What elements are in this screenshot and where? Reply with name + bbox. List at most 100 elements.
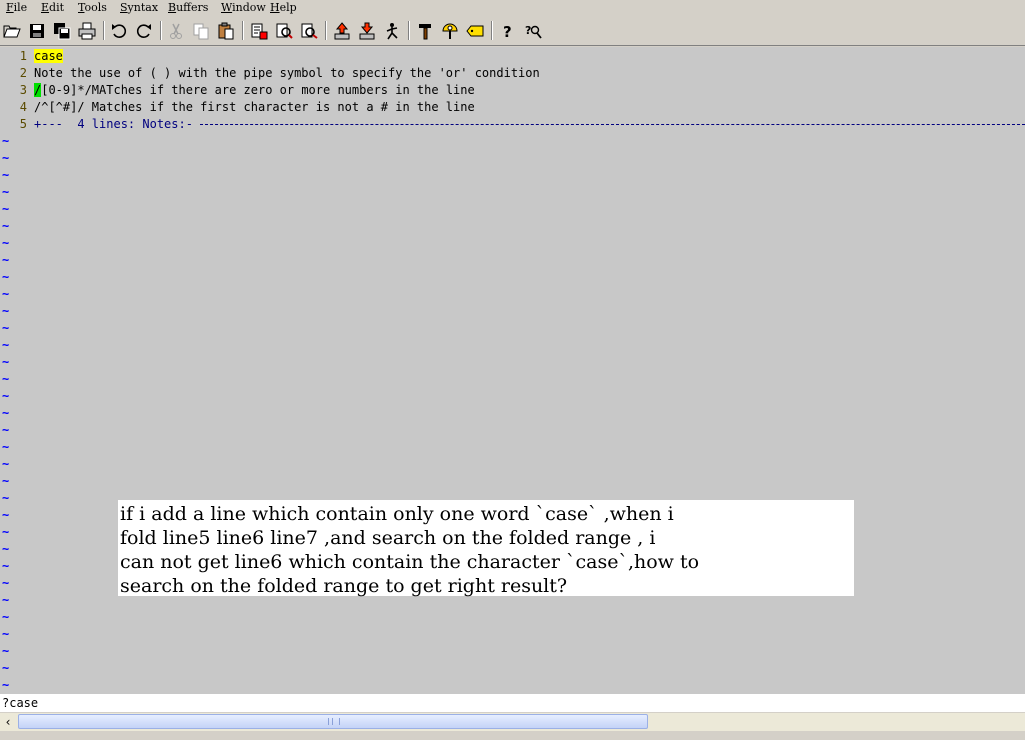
fold-line[interactable]: 5 +--- 4 lines: Notes:-	[0, 116, 1025, 133]
load-session-button[interactable]	[331, 20, 353, 42]
ctags-icon	[442, 23, 458, 39]
save-session-icon	[359, 22, 375, 40]
empty-line-tilde: ~	[2, 525, 10, 539]
line-number: 4	[19, 100, 27, 114]
line-text: /^[^#]/ Matches if the first character i…	[34, 100, 475, 114]
empty-line-tilde: ~	[2, 219, 10, 233]
menu-file[interactable]: File	[6, 1, 27, 14]
save-button[interactable]	[26, 20, 48, 42]
cut-button[interactable]	[165, 20, 187, 42]
undo-button[interactable]	[108, 20, 130, 42]
empty-line-tilde: ~	[2, 270, 10, 284]
find-help-icon: ?	[525, 24, 542, 39]
note-line: if i add a line which contain only one w…	[120, 503, 674, 525]
run-script-icon	[386, 23, 398, 40]
find-prev-button[interactable]	[298, 20, 320, 42]
empty-line-tilde: ~	[2, 423, 10, 437]
menu-bar: File Edit Tools Syntax Buffers Window He…	[0, 0, 1025, 16]
cut-icon	[170, 23, 182, 39]
note-line: fold line5 line6 line7 ,and search on th…	[120, 527, 656, 549]
line-number: 5	[19, 117, 27, 131]
jump-tag-button[interactable]	[464, 20, 486, 42]
toolbar-separator	[160, 21, 162, 40]
fold-fill	[200, 124, 1025, 125]
empty-line-tilde: ~	[2, 134, 10, 148]
scroll-thumb[interactable]	[18, 714, 648, 729]
help-button[interactable]: ?	[497, 20, 519, 42]
paste-button[interactable]	[215, 20, 237, 42]
editor-line-1[interactable]: 1 case	[0, 48, 63, 65]
fold-text: +--- 4 lines: Notes:-	[34, 117, 193, 131]
empty-line-tilde: ~	[2, 389, 10, 403]
editor-line-4[interactable]: 4 /^[^#]/ Matches if the first character …	[0, 99, 475, 116]
empty-line-tilde: ~	[2, 287, 10, 301]
command-line[interactable]: ?case	[0, 694, 1025, 712]
redo-icon	[136, 24, 151, 38]
paste-icon	[218, 22, 234, 40]
print-button[interactable]	[76, 20, 98, 42]
menu-syntax[interactable]: Syntax	[120, 1, 158, 14]
question-note: if i add a line which contain only one w…	[118, 500, 854, 597]
note-line: search on the folded range to get right …	[120, 575, 568, 597]
make-icon	[419, 24, 431, 40]
save-session-button[interactable]	[356, 20, 378, 42]
svg-text:?: ?	[525, 24, 531, 37]
empty-line-tilde: ~	[2, 372, 10, 386]
copy-button[interactable]	[190, 20, 212, 42]
empty-line-tilde: ~	[2, 576, 10, 590]
line-text: Note the use of ( ) with the pipe symbol…	[34, 66, 540, 80]
undo-icon	[112, 24, 127, 38]
redo-button[interactable]	[133, 20, 155, 42]
empty-line-tilde: ~	[2, 508, 10, 522]
toolbar-separator	[408, 21, 410, 40]
make-button[interactable]	[414, 20, 436, 42]
copy-icon	[193, 23, 209, 40]
menu-buffers[interactable]: Buffers	[168, 1, 208, 14]
editor-line-2[interactable]: 2 Note the use of ( ) with the pipe symbo…	[0, 65, 540, 82]
menu-edit[interactable]: Edit	[41, 1, 64, 14]
toolbar-separator	[103, 21, 105, 40]
empty-line-tilde: ~	[2, 678, 10, 692]
find-next-button[interactable]	[273, 20, 295, 42]
empty-line-tilde: ~	[2, 168, 10, 182]
svg-text:?: ?	[503, 23, 512, 40]
open-icon	[3, 25, 21, 38]
empty-line-tilde: ~	[2, 406, 10, 420]
editor-line-3[interactable]: 3/[0-9]*/MATches if there are zero or mo…	[0, 82, 475, 99]
empty-line-tilde: ~	[2, 202, 10, 216]
empty-line-tilde: ~	[2, 151, 10, 165]
empty-line-tilde: ~	[2, 474, 10, 488]
empty-line-tilde: ~	[2, 185, 10, 199]
toolbar-separator	[491, 21, 493, 40]
line-number: 3	[19, 83, 27, 97]
run-script-button[interactable]	[381, 20, 403, 42]
ctags-button[interactable]	[439, 20, 461, 42]
empty-line-tilde: ~	[2, 338, 10, 352]
menu-help[interactable]: Help	[270, 1, 297, 14]
toolbar-separator	[325, 21, 327, 40]
empty-line-tilde: ~	[2, 304, 10, 318]
empty-line-tilde: ~	[2, 559, 10, 573]
find-help-button[interactable]: ?	[522, 20, 544, 42]
empty-line-tilde: ~	[2, 644, 10, 658]
open-button[interactable]	[1, 20, 23, 42]
scroll-left-icon[interactable]: ‹	[0, 714, 16, 730]
empty-line-tilde: ~	[2, 610, 10, 624]
line-number: 1	[19, 49, 27, 63]
replace-icon	[251, 23, 268, 40]
empty-line-tilde: ~	[2, 491, 10, 505]
note-line: can not get line6 which contain the char…	[120, 551, 700, 573]
toolbar: ? ?	[0, 16, 1025, 46]
empty-line-tilde: ~	[2, 355, 10, 369]
window-bottom-edge	[0, 731, 1025, 740]
replace-button[interactable]	[248, 20, 270, 42]
menu-window[interactable]: Window	[221, 1, 266, 14]
save-all-button[interactable]	[51, 20, 73, 42]
menu-tools[interactable]: Tools	[78, 1, 107, 14]
horizontal-scrollbar[interactable]: ‹	[0, 713, 1025, 731]
line-number: 2	[19, 66, 27, 80]
empty-line-tilde: ~	[2, 627, 10, 641]
find-next-icon	[276, 23, 293, 39]
line-text: [0-9]*/MATches if there are zero or more…	[41, 83, 475, 97]
toolbar-separator	[242, 21, 244, 40]
